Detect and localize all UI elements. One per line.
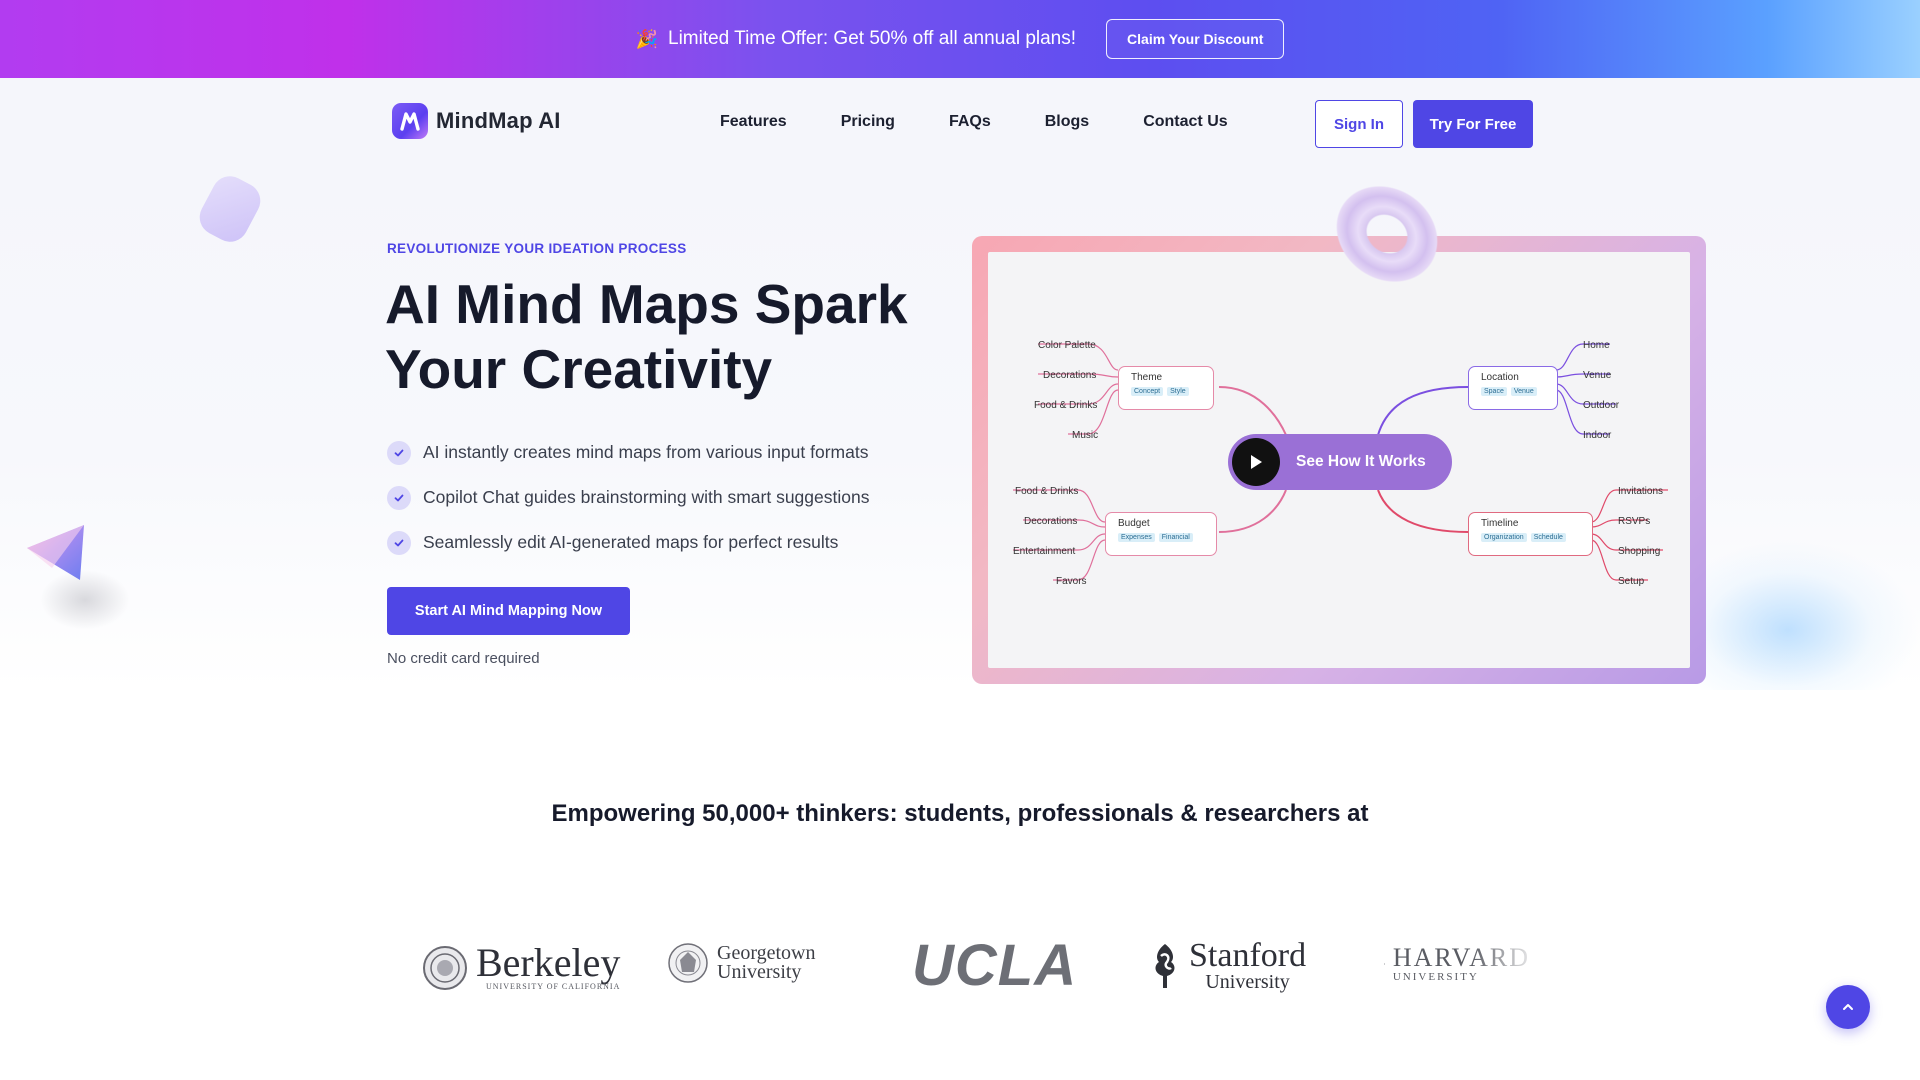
mindmap-leaf: Indoor (1583, 430, 1612, 441)
nav-features[interactable]: Features (720, 113, 787, 131)
mindmap-leaf: Setup (1618, 576, 1645, 587)
mindmap-leaf: Food & Drinks (1034, 400, 1098, 411)
nav-pricing[interactable]: Pricing (841, 113, 895, 131)
stanford-logo: Stanford University (1149, 937, 1307, 993)
no-credit-card-note: No credit card required (387, 650, 540, 667)
nav-contact-us[interactable]: Contact Us (1143, 113, 1227, 131)
mindmap-node-title: Theme (1131, 372, 1163, 383)
play-label: See How It Works (1296, 453, 1426, 470)
promo-banner: 🎉 Limited Time Offer: Get 50% off all an… (0, 0, 1920, 78)
mindmap-preview: Theme Concept Style Color Palette Decora… (988, 252, 1690, 668)
berkeley-seal-icon (423, 945, 467, 990)
mindmap-tag: Venue (1510, 387, 1537, 396)
mindmap-leaf: Decorations (1043, 370, 1097, 381)
georgetown-logo: Georgetown University (667, 938, 816, 988)
ucla-logo: UCLA (912, 932, 1077, 999)
mindmap-leaf: Invitations (1618, 486, 1664, 497)
mindmap-node-title: Location (1481, 372, 1519, 383)
mindmap-leaf: Color Palette (1038, 340, 1096, 351)
claim-discount-button[interactable]: Claim Your Discount (1106, 19, 1285, 59)
mindmap-node-budget: Budget Expenses Financial (1105, 512, 1217, 556)
mindmap-tag: Concept (1131, 387, 1164, 396)
nav-blogs[interactable]: Blogs (1045, 113, 1089, 131)
feature-list: AI instantly creates mind maps from vari… (387, 430, 869, 565)
stanford-name-line2: University (1205, 971, 1290, 993)
demo-video-frame[interactable]: Theme Concept Style Color Palette Decora… (972, 236, 1706, 684)
main-nav: Features Pricing FAQs Blogs Contact Us (720, 113, 1228, 131)
check-icon (387, 440, 411, 465)
harvard-name-line2: UNIVERSITY (1392, 971, 1479, 983)
university-logos: Berkeley UNIVERSITY OF CALIFORNIA George… (0, 930, 1920, 1000)
hero-eyebrow: REVOLUTIONIZE YOUR IDEATION PROCESS (387, 241, 687, 256)
sign-in-button[interactable]: Sign In (1315, 100, 1403, 148)
mindmap-leaf: Favors (1056, 576, 1087, 587)
promo-text: 🎉 Limited Time Offer: Get 50% off all an… (636, 28, 1076, 50)
mindmap-node-title: Timeline (1481, 518, 1519, 529)
harvard-logo: HARVARD UNIVERSITY (1384, 942, 1530, 986)
social-proof-headline: Empowering 50,000+ thinkers: students, p… (551, 800, 1369, 827)
georgetown-seal-icon (668, 943, 708, 983)
mindmap-tag: Style (1167, 387, 1189, 396)
mindmap-tag: Financial (1158, 533, 1193, 542)
ucla-name: UCLA (912, 933, 1078, 998)
feature-text: Seamlessly edit AI-generated maps for pe… (423, 532, 839, 552)
logo[interactable]: MindMap AI (392, 103, 561, 139)
mindmap-leaf: Outdoor (1583, 400, 1620, 411)
see-how-it-works-button[interactable]: See How It Works (1228, 434, 1452, 490)
mindmap-tag: Expenses (1118, 533, 1155, 542)
harvard-name-line1: HARVARD (1392, 943, 1530, 972)
mindmap-node-tags: Concept Style (1131, 387, 1201, 396)
feature-item: Seamlessly edit AI-generated maps for pe… (387, 520, 869, 565)
mindmap-node-tags: Space Venue (1481, 387, 1545, 396)
try-for-free-button[interactable]: Try For Free (1413, 100, 1533, 148)
mindmap-node-timeline: Timeline Organization Schedule (1468, 512, 1593, 556)
check-icon (387, 485, 411, 510)
feature-text: AI instantly creates mind maps from vari… (423, 442, 869, 462)
start-mind-mapping-button[interactable]: Start AI Mind Mapping Now (387, 587, 630, 635)
mindmap-leaf: RSVPs (1618, 516, 1651, 527)
play-icon (1232, 438, 1280, 486)
decorative-cone-icon (27, 525, 84, 580)
logo-text: MindMap AI (436, 108, 561, 133)
stanford-name-line1: Stanford (1189, 937, 1307, 974)
berkeley-subtitle: UNIVERSITY OF CALIFORNIA (486, 982, 621, 991)
feature-item: AI instantly creates mind maps from vari… (387, 430, 869, 475)
berkeley-logo: Berkeley UNIVERSITY OF CALIFORNIA (422, 940, 621, 991)
mindmap-tag: Schedule (1530, 533, 1566, 542)
chevron-up-icon (1843, 1004, 1853, 1010)
mindmap-leaf: Home (1583, 340, 1610, 351)
mindmap-node-tags: Expenses Financial (1118, 533, 1204, 542)
mindmap-node-title: Budget (1118, 518, 1150, 529)
scroll-to-top-button[interactable] (1826, 985, 1870, 1029)
mindmap-leaf: Music (1072, 430, 1099, 441)
site-header: MindMap AI Features Pricing FAQs Blogs C… (0, 78, 1920, 168)
mindmap-leaf: Decorations (1024, 516, 1078, 527)
stanford-tree-icon (1155, 944, 1175, 988)
mindmap-node-tags: Organization Schedule (1481, 533, 1580, 542)
promo-message: Limited Time Offer: Get 50% off all annu… (668, 28, 1077, 49)
mindmap-tag: Organization (1481, 533, 1527, 542)
check-icon (387, 530, 411, 555)
harvard-shield-icon (1384, 963, 1385, 965)
mindmap-node-location: Location Space Venue (1468, 366, 1558, 410)
berkeley-name: Berkeley (476, 940, 621, 985)
georgetown-name-line2: University (717, 961, 802, 983)
feature-text: Copilot Chat guides brainstorming with s… (423, 487, 870, 507)
feature-item: Copilot Chat guides brainstorming with s… (387, 475, 869, 520)
nav-faqs[interactable]: FAQs (949, 113, 991, 131)
mindmap-tag: Space (1481, 387, 1507, 396)
decorative-blue-glow (1700, 540, 1920, 690)
mindmap-leaf: Venue (1583, 370, 1612, 381)
mindmap-logo-icon (392, 103, 428, 139)
mindmap-leaf: Entertainment (1013, 546, 1076, 557)
mindmap-node-theme: Theme Concept Style (1118, 366, 1214, 410)
hero-title: AI Mind Maps Spark Your Creativity (385, 273, 908, 400)
mindmap-leaf: Shopping (1618, 546, 1661, 557)
party-popper-icon: 🎉 (635, 28, 658, 49)
mindmap-leaf: Food & Drinks (1015, 486, 1079, 497)
